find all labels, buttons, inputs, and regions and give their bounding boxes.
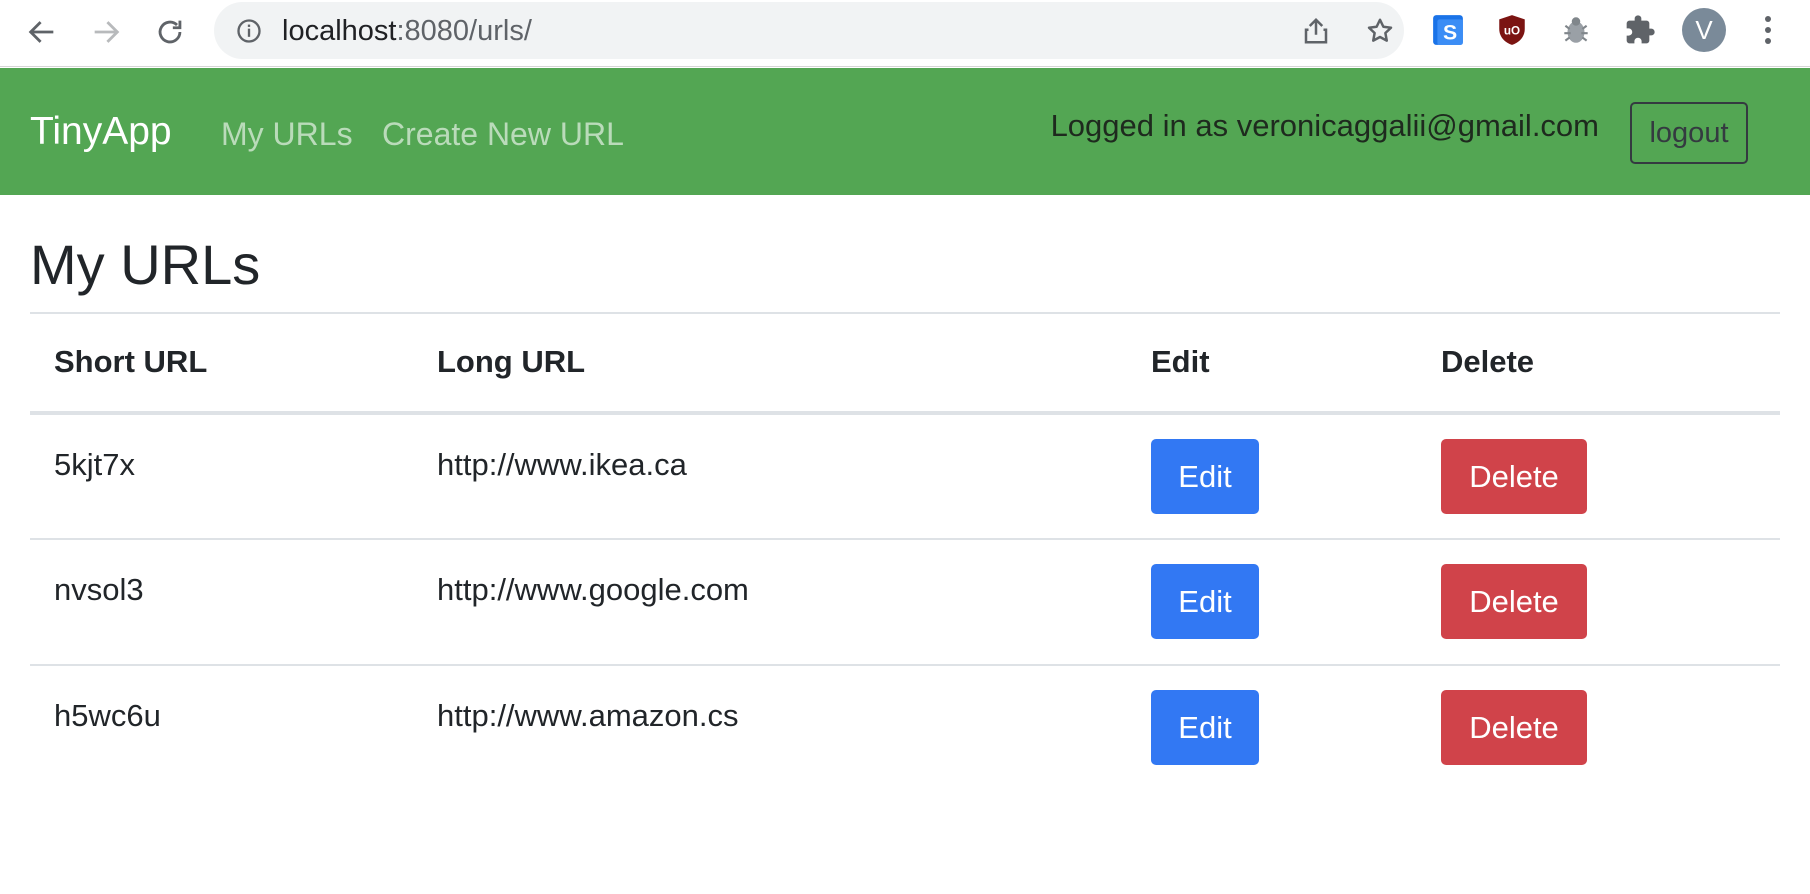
delete-cell: Delete: [1417, 665, 1780, 791]
share-button[interactable]: [1298, 13, 1334, 49]
svg-text:uO: uO: [1504, 24, 1520, 37]
address-bar[interactable]: localhost:8080/urls/: [214, 2, 1404, 59]
bug-extension-icon[interactable]: [1557, 11, 1595, 49]
share-icon: [1304, 17, 1328, 44]
nav-link-create-new-url[interactable]: Create New URL: [382, 116, 624, 153]
delete-cell: Delete: [1417, 539, 1780, 666]
ublock-icon[interactable]: uO: [1493, 11, 1531, 49]
arrow-left-icon: [28, 21, 54, 43]
edit-button[interactable]: Edit: [1151, 564, 1259, 639]
header-long-url: Long URL: [413, 312, 1127, 415]
bookmark-button[interactable]: [1362, 13, 1398, 49]
table-row: 5kjt7x http://www.ikea.ca Edit Delete: [30, 413, 1780, 540]
url-path: :8080/urls/: [396, 15, 532, 47]
table-row: h5wc6u http://www.amazon.cs Edit Delete: [30, 665, 1780, 791]
forward-button[interactable]: [82, 8, 130, 56]
nav-link-my-urls[interactable]: My URLs: [221, 116, 353, 153]
logout-button[interactable]: logout: [1630, 102, 1748, 164]
star-icon: [1367, 18, 1393, 42]
long-url-cell: http://www.google.com: [413, 539, 1127, 666]
table-header-row: Short URL Long URL Edit Delete: [30, 312, 1780, 415]
edit-button[interactable]: Edit: [1151, 690, 1259, 765]
arrow-right-icon: [94, 21, 120, 43]
delete-cell: Delete: [1417, 413, 1780, 540]
short-url-cell: h5wc6u: [54, 698, 161, 733]
brand-logo[interactable]: TinyApp: [30, 110, 172, 154]
delete-button[interactable]: Delete: [1441, 564, 1587, 639]
url-host: localhost: [282, 15, 397, 47]
browser-menu-icon[interactable]: [1755, 10, 1781, 50]
header-delete: Delete: [1417, 312, 1780, 415]
logged-in-status: Logged in as veronicaggalii@gmail.com: [1050, 108, 1599, 143]
urls-table: Short URL Long URL Edit Delete 5kjt7x ht…: [30, 312, 1780, 791]
svg-text:S: S: [1443, 21, 1457, 45]
s-extension-icon[interactable]: S: [1429, 11, 1467, 49]
edit-cell: Edit: [1127, 539, 1417, 666]
site-info-icon[interactable]: [234, 16, 264, 46]
edit-button[interactable]: Edit: [1151, 439, 1259, 514]
puzzle-icon[interactable]: [1621, 11, 1659, 49]
short-url-cell: 5kjt7x: [30, 413, 413, 540]
delete-button[interactable]: Delete: [1441, 690, 1587, 765]
edit-cell: Edit: [1127, 665, 1417, 791]
url-text[interactable]: localhost:8080/urls/: [282, 15, 532, 48]
reload-button[interactable]: [146, 8, 194, 56]
header-short-url: Short URL: [30, 312, 413, 415]
edit-cell: Edit: [1127, 413, 1417, 540]
profile-avatar[interactable]: V: [1682, 8, 1726, 52]
short-url-cell: nvsol3: [30, 539, 413, 666]
header-edit: Edit: [1127, 312, 1417, 415]
long-url-cell: http://www.ikea.ca: [413, 413, 1127, 540]
back-button[interactable]: [18, 8, 66, 56]
table-row: nvsol3 http://www.google.com Edit Delete: [30, 539, 1780, 666]
navbar: TinyApp My URLs Create New URL Logged in…: [0, 68, 1810, 195]
long-url-cell: http://www.amazon.cs: [437, 698, 739, 733]
delete-button[interactable]: Delete: [1441, 439, 1587, 514]
browser-toolbar: localhost:8080/urls/ S uO V: [0, 0, 1810, 67]
reload-icon: [158, 20, 182, 44]
page-title: My URLs: [30, 233, 261, 296]
